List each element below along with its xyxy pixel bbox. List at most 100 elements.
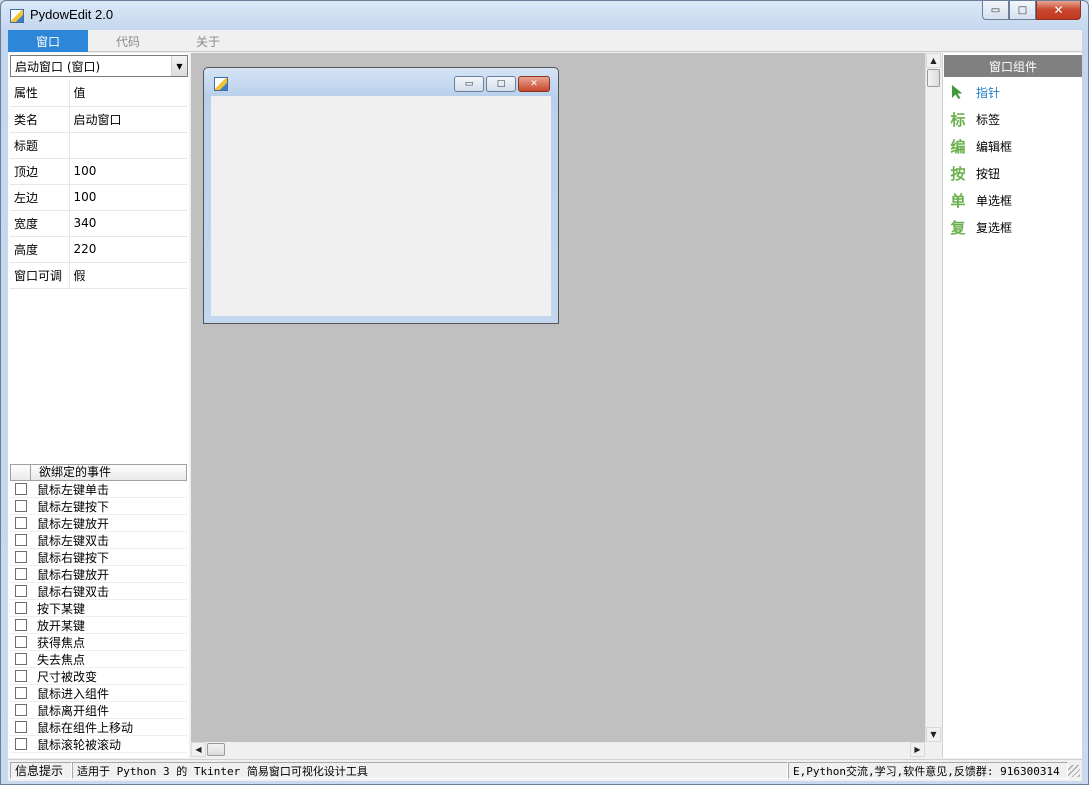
event-checkbox[interactable] — [15, 653, 27, 665]
event-row[interactable]: 鼠标右键双击 — [10, 583, 187, 600]
radio-icon: 单 — [950, 191, 966, 210]
event-checkbox[interactable] — [15, 602, 27, 614]
event-checkbox[interactable] — [15, 483, 27, 495]
button-icon: 按 — [950, 164, 966, 183]
event-checkbox[interactable] — [15, 568, 27, 580]
vertical-scroll-thumb[interactable] — [927, 69, 940, 87]
event-checkbox[interactable] — [15, 687, 27, 699]
event-checkbox[interactable] — [15, 704, 27, 716]
event-row[interactable]: 鼠标在组件上移动 — [10, 719, 187, 736]
tool-checkbox-widget[interactable]: 复 复选框 — [949, 216, 1012, 238]
property-value[interactable]: 340 — [69, 210, 187, 237]
event-checkbox[interactable] — [15, 551, 27, 563]
widget-toolbox: 窗口组件 指针 标 标签 编 编辑框 按 按钮 单 单选框 复 复选框 — [942, 53, 1082, 758]
resize-grip-icon[interactable] — [1068, 765, 1080, 777]
tab-window[interactable]: 窗口 — [8, 30, 88, 52]
preview-window-client[interactable] — [211, 96, 551, 316]
scroll-down-icon[interactable]: ▼ — [926, 727, 941, 742]
scroll-left-icon[interactable]: ◀ — [191, 742, 206, 757]
event-checkbox[interactable] — [15, 670, 27, 682]
property-key: 属性 — [10, 80, 70, 107]
event-checkbox[interactable] — [15, 738, 27, 750]
property-row[interactable]: 宽度 340 — [10, 210, 187, 237]
toolbox-header: 窗口组件 — [944, 55, 1082, 77]
minimize-button[interactable]: ▭ — [982, 1, 1009, 20]
event-label: 鼠标左键按下 — [37, 499, 110, 514]
property-row[interactable]: 高度 220 — [10, 236, 187, 263]
event-label: 鼠标右键双击 — [37, 584, 110, 599]
horizontal-scroll-thumb[interactable] — [207, 743, 225, 756]
events-header-label: 欲绑定的事件 — [39, 465, 112, 479]
property-row[interactable]: 类名 启动窗口 — [10, 106, 187, 133]
tool-label: 复选框 — [976, 220, 1013, 235]
event-checkbox[interactable] — [15, 636, 27, 648]
event-row[interactable]: 按下某键 — [10, 600, 187, 617]
property-key: 标题 — [10, 132, 70, 159]
scroll-right-icon[interactable]: ▶ — [910, 742, 925, 757]
event-checkbox[interactable] — [15, 500, 27, 512]
tool-edit-widget[interactable]: 编 编辑框 — [949, 135, 1012, 157]
preview-close-icon[interactable]: ✕ — [518, 76, 550, 92]
tool-button-widget[interactable]: 按 按钮 — [949, 162, 1000, 184]
event-label: 鼠标离开组件 — [37, 703, 110, 718]
event-checkbox[interactable] — [15, 585, 27, 597]
tool-label: 指针 — [976, 85, 1001, 100]
close-button[interactable]: ✕ — [1036, 1, 1081, 20]
event-label: 鼠标左键双击 — [37, 533, 110, 548]
property-value[interactable] — [69, 132, 187, 159]
widget-selector[interactable]: 启动窗口 (窗口) ▼ — [10, 55, 188, 77]
caption-buttons: ▭ □ ✕ — [982, 1, 1081, 20]
property-row[interactable]: 左边 100 — [10, 184, 187, 211]
preview-maximize-icon[interactable]: □ — [486, 76, 516, 92]
event-checkbox[interactable] — [15, 619, 27, 631]
checkbox-icon: 复 — [950, 218, 966, 237]
property-value[interactable]: 启动窗口 — [69, 106, 187, 133]
event-checkbox[interactable] — [15, 534, 27, 546]
event-row[interactable]: 失去焦点 — [10, 651, 187, 668]
preview-window-icon — [214, 77, 228, 91]
event-row[interactable]: 尺寸被改变 — [10, 668, 187, 685]
event-row[interactable]: 获得焦点 — [10, 634, 187, 651]
window-title: PydowEdit 2.0 — [30, 7, 114, 22]
status-feedback: E,Python交流,学习,软件意见,反馈群: 916300314 — [788, 762, 1068, 779]
property-row[interactable]: 窗口可调假 — [10, 262, 187, 289]
property-row[interactable]: 标题 — [10, 132, 187, 159]
property-value[interactable]: 100 — [69, 158, 187, 185]
event-row[interactable]: 鼠标滚轮被滚动 — [10, 736, 187, 753]
pointer-icon — [949, 83, 967, 101]
property-value[interactable]: 220 — [69, 236, 187, 263]
close-icon: ✕ — [1053, 3, 1064, 17]
horizontal-scrollbar[interactable]: ◀ ▶ — [191, 742, 925, 758]
property-value[interactable]: 假 — [69, 262, 187, 289]
app-icon — [10, 9, 24, 23]
status-message: 适用于 Python 3 的 Tkinter 简易窗口可视化设计工具 — [72, 762, 788, 779]
event-row[interactable]: 鼠标右键放开 — [10, 566, 187, 583]
property-key: 类名 — [10, 106, 70, 133]
event-row[interactable]: 鼠标进入组件 — [10, 685, 187, 702]
chevron-down-icon[interactable]: ▼ — [171, 56, 187, 76]
property-row[interactable]: 顶边 100 — [10, 158, 187, 185]
tab-code[interactable]: 代码 — [88, 30, 168, 52]
event-row[interactable]: 鼠标左键按下 — [10, 498, 187, 515]
tool-radio-widget[interactable]: 单 单选框 — [949, 189, 1012, 211]
preview-window[interactable]: ▭ □ ✕ — [203, 67, 559, 324]
tool-pointer[interactable]: 指针 — [949, 81, 1000, 103]
property-key: 宽度 — [10, 210, 70, 237]
event-row[interactable]: 鼠标左键放开 — [10, 515, 187, 532]
event-row[interactable]: 鼠标左键单击 — [10, 481, 187, 498]
vertical-scrollbar[interactable]: ▲ ▼ — [925, 53, 941, 742]
preview-minimize-icon[interactable]: ▭ — [454, 76, 484, 92]
event-row[interactable]: 鼠标右键按下 — [10, 549, 187, 566]
tool-label-widget[interactable]: 标 标签 — [949, 108, 1000, 130]
event-row[interactable]: 放开某键 — [10, 617, 187, 634]
event-checkbox[interactable] — [15, 721, 27, 733]
property-value[interactable]: 100 — [69, 184, 187, 211]
event-label: 获得焦点 — [37, 635, 86, 650]
maximize-button[interactable]: □ — [1009, 1, 1036, 20]
event-row[interactable]: 鼠标左键双击 — [10, 532, 187, 549]
event-checkbox[interactable] — [15, 517, 27, 529]
scroll-up-icon[interactable]: ▲ — [926, 53, 941, 68]
event-row[interactable]: 鼠标离开组件 — [10, 702, 187, 719]
title-bar[interactable]: PydowEdit 2.0 ▭ □ ✕ — [1, 1, 1088, 29]
tab-about[interactable]: 关于 — [168, 30, 248, 52]
